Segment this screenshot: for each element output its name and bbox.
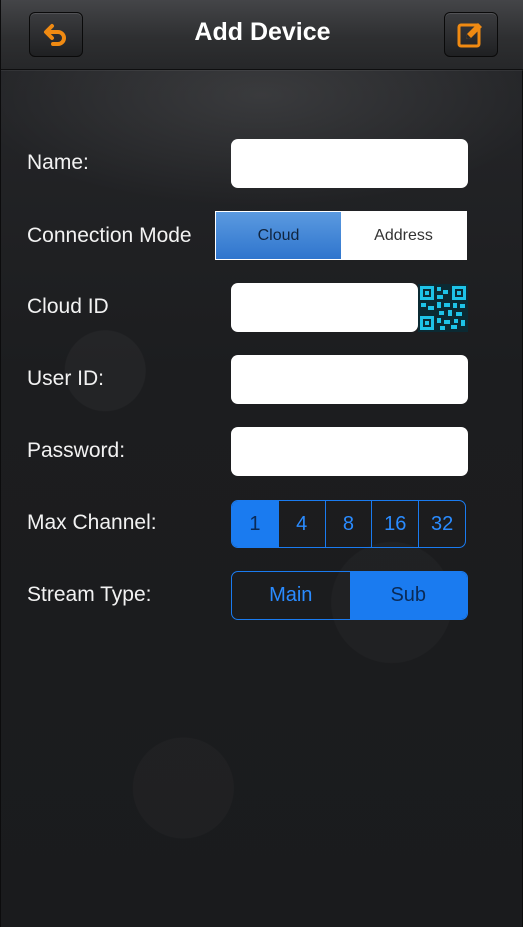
- screen: Add Device Name: Connection Mode Cloud A…: [0, 0, 523, 927]
- connection-mode-selector: Cloud Address: [215, 211, 467, 260]
- qr-scan-button[interactable]: [418, 284, 468, 332]
- max-channel-selector: 1 4 8 16 32: [231, 500, 466, 548]
- user-id-label: User ID:: [27, 367, 105, 390]
- connection-mode-cloud[interactable]: Cloud: [216, 212, 341, 259]
- cloud-id-label: Cloud ID: [27, 295, 109, 318]
- nav-bar: Add Device: [1, 0, 523, 70]
- stream-type-label: Stream Type:: [27, 583, 152, 606]
- user-id-input[interactable]: [231, 355, 468, 404]
- connection-mode-label: Connection Mode: [27, 224, 192, 247]
- stream-type-sub[interactable]: Sub: [349, 572, 467, 619]
- password-input[interactable]: [231, 427, 468, 476]
- qr-code-icon: [418, 284, 468, 332]
- stream-type-selector: Main Sub: [231, 571, 468, 620]
- edit-icon: [457, 22, 482, 47]
- name-label: Name:: [27, 151, 89, 174]
- max-channel-option-8[interactable]: 8: [324, 501, 372, 547]
- max-channel-label: Max Channel:: [27, 511, 157, 534]
- max-channel-option-4[interactable]: 4: [277, 501, 325, 547]
- max-channel-option-16[interactable]: 16: [371, 501, 418, 547]
- edit-button[interactable]: [444, 12, 498, 57]
- max-channel-option-1[interactable]: 1: [232, 501, 278, 547]
- name-input[interactable]: [231, 139, 468, 188]
- password-label: Password:: [27, 439, 126, 462]
- cloud-id-input[interactable]: [231, 283, 418, 332]
- stream-type-main[interactable]: Main: [232, 572, 350, 619]
- max-channel-option-32[interactable]: 32: [418, 501, 465, 547]
- connection-mode-address[interactable]: Address: [341, 212, 466, 259]
